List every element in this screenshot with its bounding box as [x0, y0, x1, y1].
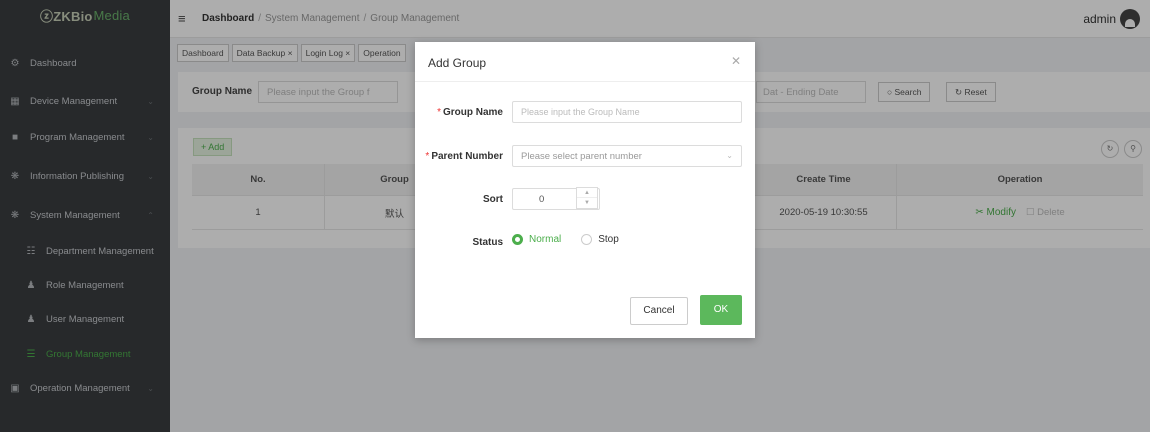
dialog-title: Add Group — [428, 56, 487, 70]
stepper-buttons: ▲ ▼ — [576, 187, 598, 209]
cancel-button[interactable]: Cancel — [630, 297, 688, 325]
ok-button[interactable]: OK — [700, 295, 742, 325]
sort-label: Sort — [483, 194, 503, 205]
status-stop-label[interactable]: Stop — [598, 234, 619, 245]
close-icon[interactable]: ✕ — [731, 54, 741, 68]
parent-number-select[interactable]: Please select parent number ⌄ — [512, 145, 742, 167]
status-radio-group: Normal Stop — [512, 234, 639, 245]
decrement-icon[interactable]: ▼ — [577, 198, 597, 208]
group-name-label: * Group Name — [437, 107, 503, 118]
group-name-row: * Group Name Please input the Group Name — [415, 101, 755, 125]
parent-number-label: * Parent Number — [425, 151, 503, 162]
dialog-header: Add Group ✕ — [415, 42, 755, 82]
status-row: Status Normal Stop — [415, 231, 755, 255]
status-normal-label[interactable]: Normal — [529, 234, 561, 245]
sort-stepper[interactable]: 0 ▲ ▼ — [512, 187, 600, 210]
increment-icon[interactable]: ▲ — [577, 188, 597, 198]
parent-number-row: * Parent Number Please select parent numb… — [415, 145, 755, 169]
chevron-down-icon: ⌄ — [726, 151, 733, 160]
status-label: Status — [472, 237, 503, 248]
status-stop-radio[interactable] — [581, 234, 593, 245]
sort-row: Sort 0 ▲ ▼ — [415, 187, 755, 212]
group-name-field[interactable]: Please input the Group Name — [512, 101, 742, 123]
add-group-dialog: Add Group ✕ * Group Name Please input the… — [415, 42, 755, 338]
status-normal-radio[interactable] — [512, 234, 523, 245]
